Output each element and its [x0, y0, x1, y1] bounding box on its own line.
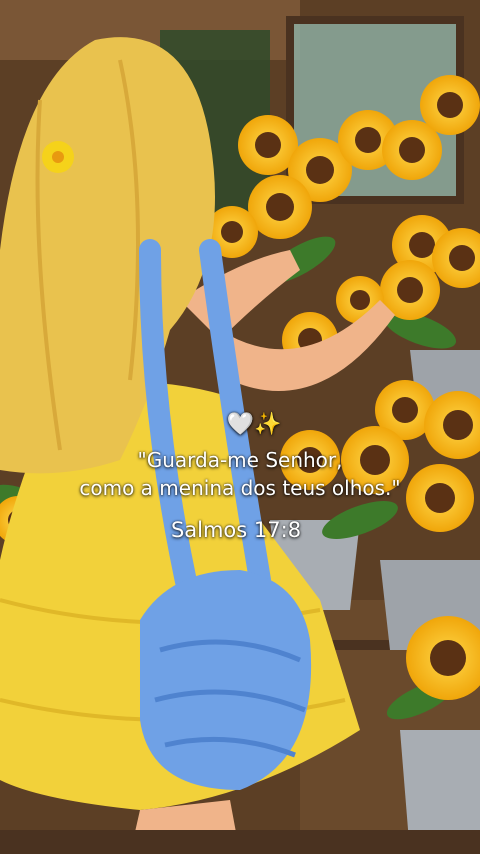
floor	[0, 830, 480, 854]
knit-bag	[140, 570, 312, 790]
quote-line: como a menina dos teus olhos."	[79, 476, 401, 500]
quote-line: "Guarda-me Senhor,	[137, 448, 343, 472]
caption-overlay: 🤍✨ "Guarda-me Senhor, como a menina dos …	[0, 410, 480, 544]
bible-reference: Salmos 17:8	[170, 518, 302, 542]
emoji-row: 🤍✨	[28, 410, 480, 440]
sparkles-icon: ✨	[254, 412, 282, 437]
hair-flower	[42, 141, 74, 173]
white-heart-icon: 🤍	[226, 412, 254, 437]
sunflower	[420, 75, 480, 135]
quote-text: "Guarda-me Senhor, como a menina dos teu…	[0, 446, 480, 502]
video-frame: 🤍✨ "Guarda-me Senhor, como a menina dos …	[0, 0, 480, 854]
